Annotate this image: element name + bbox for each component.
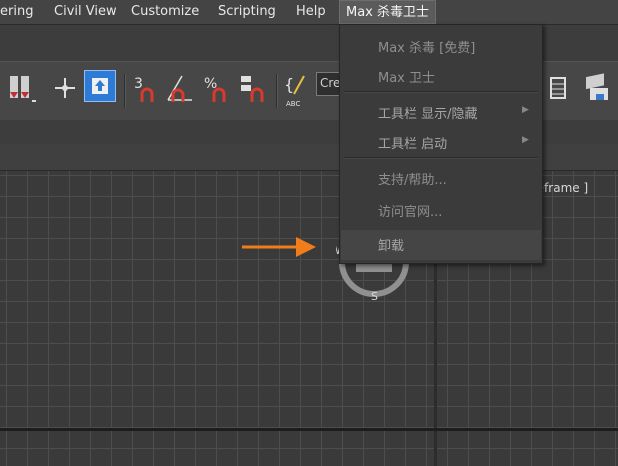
svg-text:ABC: ABC (286, 100, 300, 108)
menu-help[interactable]: Help (296, 4, 326, 19)
snap-3d-icon[interactable]: 3 (132, 72, 158, 108)
menu-customize[interactable]: Customize (131, 4, 199, 19)
select-link-icon (92, 78, 108, 94)
menu-item-toolbar-startup[interactable]: 工具栏 启动 (378, 133, 447, 152)
menu-rendering[interactable]: ering (0, 4, 33, 19)
menu-item-support-help[interactable]: 支持/帮助... (378, 169, 447, 188)
menu-scripting[interactable]: Scripting (218, 4, 276, 19)
percent-snap-icon[interactable]: % (202, 72, 230, 108)
svg-text:{: { (284, 75, 294, 94)
scene-explorer-icon[interactable] (582, 72, 612, 106)
menu-item-max-guard[interactable]: Max 卫士 (378, 67, 435, 86)
compass-south-label: S (371, 290, 378, 303)
menu-item-highlight (341, 230, 541, 260)
svg-text:3: 3 (134, 76, 143, 92)
menu-item-toolbar-show-hide[interactable]: 工具栏 显示/隐藏 (378, 103, 478, 122)
max-antivirus-dropdown: Max 杀毒 [免费] Max 卫士 工具栏 显示/隐藏 ▶ 工具栏 启动 ▶ … (339, 24, 543, 264)
toolbar-separator (276, 74, 278, 108)
menu-separator (344, 157, 538, 159)
menu-separator (344, 91, 538, 93)
viewport-divider-horizontal[interactable] (0, 428, 618, 431)
menu-item-visit-website[interactable]: 访问官网... (378, 201, 442, 220)
layer-icon[interactable] (548, 72, 568, 102)
menu-item-max-antivirus-free[interactable]: Max 杀毒 [免费] (378, 37, 475, 56)
menu-civil-view[interactable]: Civil View (54, 4, 117, 19)
spinner-snap-icon[interactable] (238, 72, 268, 108)
submenu-arrow-icon: ▶ (522, 105, 529, 115)
toolbar-separator (124, 74, 126, 108)
select-link-button[interactable] (84, 70, 116, 102)
move-icon[interactable] (52, 72, 78, 106)
named-selection-field[interactable]: Cre (316, 72, 340, 96)
named-selection-text: Cre (320, 76, 340, 90)
menu-max-antivirus[interactable]: Max 杀毒卫士 (339, 0, 437, 24)
mirror-icon[interactable] (8, 72, 40, 110)
edit-named-selection-icon[interactable]: { ABC (282, 72, 310, 110)
submenu-arrow-icon: ▶ (522, 135, 529, 145)
menu-item-uninstall[interactable]: 卸载 (378, 235, 404, 254)
menu-bar: ering Civil View Customize Scripting Hel… (0, 0, 618, 25)
orange-arrow-icon (242, 237, 316, 257)
angle-snap-icon[interactable] (164, 72, 196, 108)
